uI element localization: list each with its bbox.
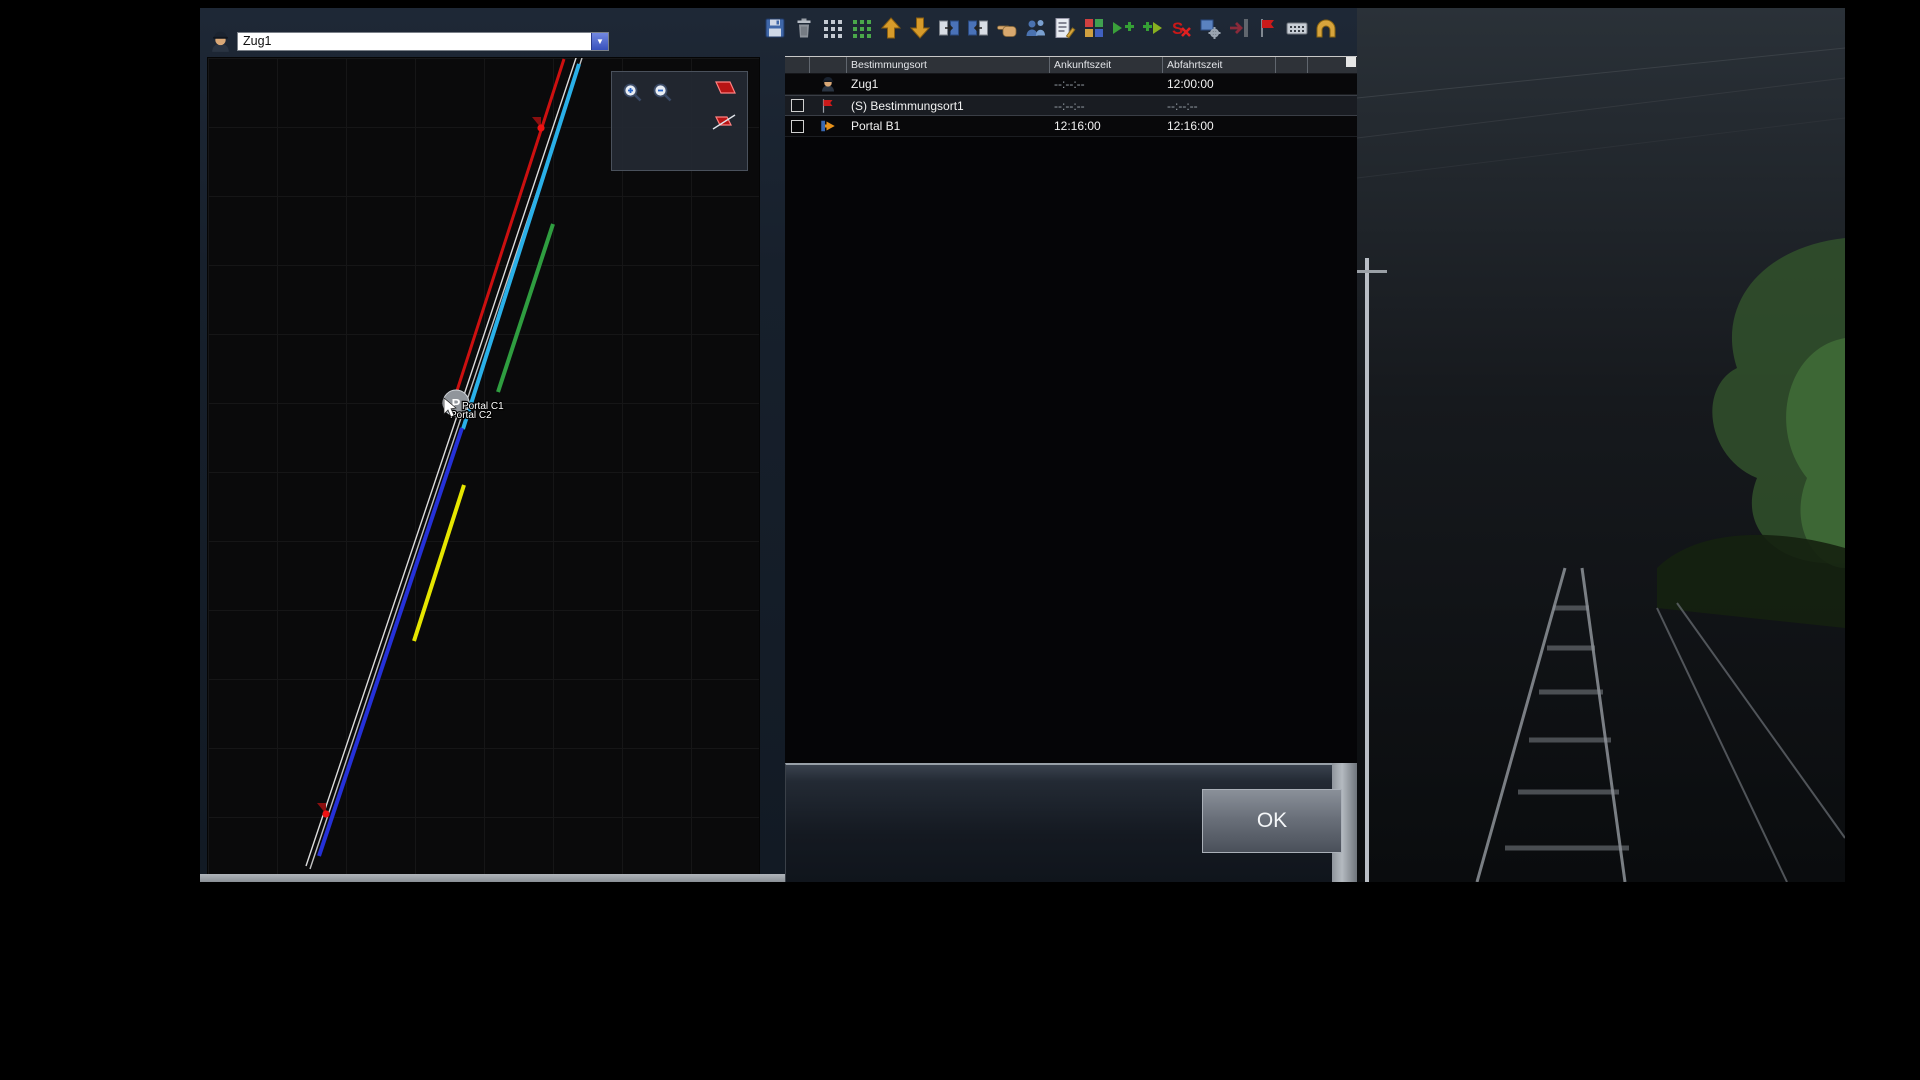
row-destination: Portal B1 <box>847 119 1050 133</box>
move-down-icon[interactable] <box>908 16 932 40</box>
driver-icon <box>208 29 233 54</box>
delete-icon[interactable] <box>792 16 816 40</box>
row-departure: 12:00:00 <box>1163 77 1276 91</box>
timetable-row[interactable]: Portal B1 12:16:00 12:16:00 <box>785 116 1357 137</box>
timetable-grid-active-icon[interactable] <box>850 16 874 40</box>
row-arrival: --:--:-- <box>1050 77 1163 91</box>
signal-marker[interactable] <box>317 803 330 818</box>
passengers-icon[interactable] <box>1024 16 1048 40</box>
flag-icon <box>819 97 837 115</box>
drag-hand-icon[interactable] <box>995 16 1019 40</box>
add-service-icon[interactable] <box>1111 16 1135 40</box>
driver-icon <box>819 75 837 93</box>
chevron-down-icon[interactable]: ▼ <box>591 33 608 50</box>
row-arrival: 12:16:00 <box>1050 119 1163 133</box>
track-map[interactable]: P Portal C1 Portal C2 <box>207 57 760 882</box>
edit-instructions-icon[interactable] <box>1053 16 1077 40</box>
timetable-header: Bestimmungsort Ankunftszeit Abfahrtszeit <box>785 57 1357 74</box>
row-destination: (S) Bestimmungsort1 <box>847 99 1050 113</box>
jump-to-service-icon[interactable] <box>1227 16 1251 40</box>
row-arrival: --:--:-- <box>1050 99 1163 113</box>
timetable-row[interactable]: Zug1 --:--:-- 12:00:00 <box>785 74 1357 95</box>
train-select-dropdown[interactable]: Zug1 ▼ <box>237 32 609 51</box>
scene-render <box>1357 8 1845 882</box>
column-checkbox <box>785 57 810 73</box>
window-bottom-edge <box>200 874 785 882</box>
background-3d-scene <box>1357 8 1845 882</box>
row-departure: 12:16:00 <box>1163 119 1276 133</box>
column-arrival: Ankunftszeit <box>1050 57 1163 73</box>
portal-c2-label: Portal C2 <box>450 410 492 421</box>
route-line-green <box>498 224 553 392</box>
scrollbar-thumb[interactable] <box>1346 57 1356 67</box>
route-line-red <box>454 59 564 400</box>
toolbar: S <box>763 16 1343 42</box>
column-icon <box>810 57 847 73</box>
column-departure: Abfahrtszeit <box>1163 57 1276 73</box>
timetable-row[interactable]: (S) Bestimmungsort1 --:--:-- --:--:-- <box>785 95 1357 116</box>
portal-icon <box>819 117 837 135</box>
zoom-in-button[interactable] <box>620 80 644 104</box>
insert-column-icon[interactable] <box>937 16 961 40</box>
zoom-out-button[interactable] <box>650 80 674 104</box>
route-line-yellow <box>414 485 464 641</box>
save-icon[interactable] <box>763 16 787 40</box>
dropdown-value: Zug1 <box>238 33 591 50</box>
consist-colors-icon[interactable] <box>1082 16 1106 40</box>
remove-service-icon[interactable]: S <box>1169 16 1193 40</box>
keypad-icon[interactable] <box>1285 16 1309 40</box>
timetable-panel: Bestimmungsort Ankunftszeit Abfahrtszeit… <box>785 56 1357 763</box>
catenary-pole <box>1365 258 1369 882</box>
row-checkbox[interactable] <box>791 120 804 133</box>
map-controls-overlay <box>611 71 748 171</box>
flag-icon[interactable] <box>1256 16 1280 40</box>
append-service-icon[interactable] <box>1140 16 1164 40</box>
timetable-grid-icon[interactable] <box>821 16 845 40</box>
route-line-blue <box>319 428 462 856</box>
service-settings-icon[interactable] <box>1198 16 1222 40</box>
row-checkbox[interactable] <box>791 99 804 112</box>
row-departure: --:--:-- <box>1163 99 1276 113</box>
remove-column-icon[interactable] <box>966 16 990 40</box>
route-line-cyan <box>463 64 579 429</box>
row-destination: Zug1 <box>847 77 1050 91</box>
edit-area-tool[interactable] <box>710 108 738 132</box>
draw-area-tool[interactable] <box>712 76 740 100</box>
track-line <box>306 58 577 866</box>
map-canvas: P Portal C1 Portal C2 <box>208 58 760 882</box>
portal-tunnel-icon[interactable] <box>1314 16 1338 40</box>
column-destination: Bestimmungsort <box>847 57 1050 73</box>
ok-button[interactable]: OK <box>1202 789 1342 853</box>
move-up-icon[interactable] <box>879 16 903 40</box>
column-extra <box>1276 57 1308 73</box>
